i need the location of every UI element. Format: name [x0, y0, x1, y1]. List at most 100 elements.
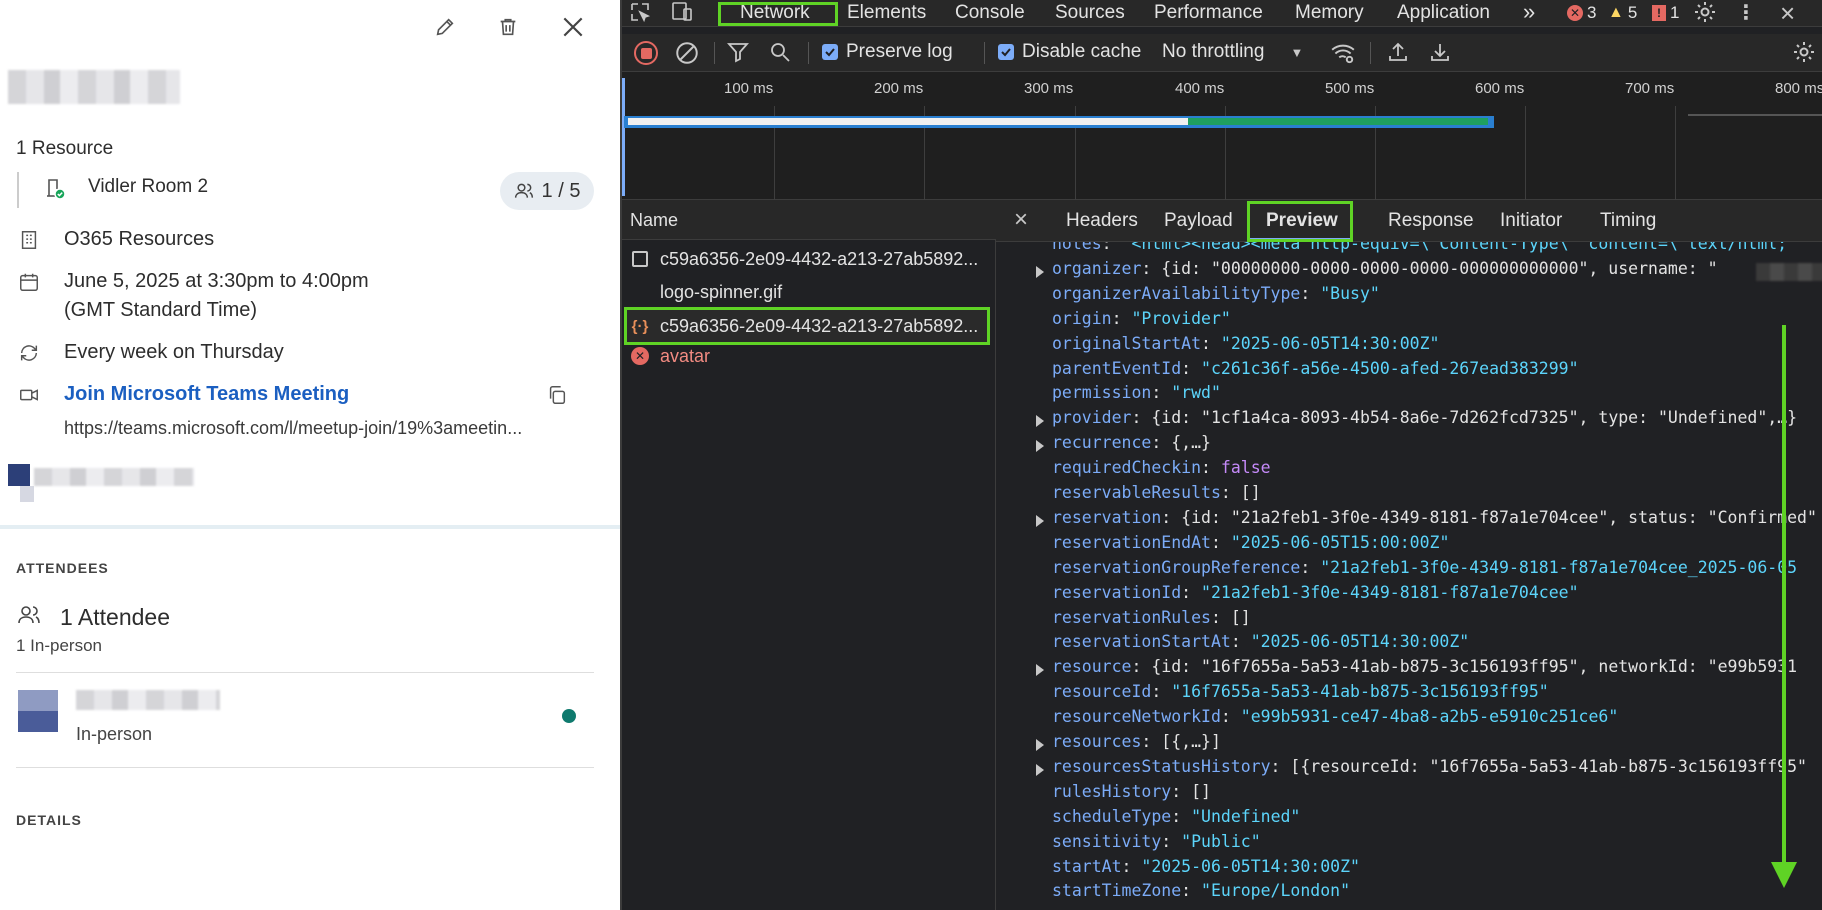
pencil-icon [436, 18, 454, 36]
name-column-header[interactable]: Name [622, 200, 996, 240]
expand-toggle-icon[interactable] [1036, 265, 1044, 278]
request-list: Name c59a6356-2e09-4432-a213-27ab5892...… [622, 200, 996, 910]
error-count[interactable]: ✕ 3 [1567, 3, 1596, 23]
json-property-row: reservationGroupReference: "21a2feb1-3f0… [1052, 558, 1797, 583]
delete-button[interactable] [491, 10, 525, 44]
edit-button[interactable] [428, 10, 462, 44]
json-property-row[interactable]: provider: {id: "1cf1a4ca-8093-4b54-8a6e-… [1052, 408, 1797, 433]
tab-headers[interactable]: Headers [1066, 210, 1138, 232]
json-colon: : [1131, 657, 1152, 677]
search-button[interactable] [768, 40, 792, 69]
json-value: "<html><head><meta http-equiv=\"Content-… [1121, 242, 1788, 253]
json-property-row[interactable]: resource: {id: "16f7655a-5a53-41ab-b875-… [1052, 657, 1797, 682]
kebab-menu-button[interactable]: ⋮ [1736, 0, 1756, 25]
json-key: reservationStartAt [1052, 632, 1231, 652]
meeting-url[interactable]: https://teams.microsoft.com/l/meetup-joi… [64, 418, 522, 439]
event-date: June 5, 2025 at 3:30pm to 4:00pm [64, 270, 369, 292]
import-har-button[interactable] [1386, 40, 1410, 69]
request-row[interactable]: c59a6356-2e09-4432-a213-27ab5892... [630, 245, 978, 273]
tab-initiator[interactable]: Initiator [1500, 210, 1562, 232]
json-property-row: reservationStartAt: "2025-06-05T14:30:00… [1052, 632, 1469, 657]
json-key: startAt [1052, 856, 1122, 876]
record-button[interactable] [634, 41, 658, 65]
json-key: origin [1052, 308, 1112, 328]
warning-count[interactable]: ▲ 5 [1608, 3, 1637, 23]
json-key: resources [1052, 732, 1142, 751]
json-property-row[interactable]: resourcesStatusHistory: [{resourceId: "1… [1052, 757, 1807, 782]
close-detail-button[interactable]: × [1014, 206, 1028, 234]
room-status-icon [42, 176, 66, 200]
close-button[interactable] [556, 10, 590, 44]
timeline-tick: 700 ms [1625, 80, 1675, 97]
check-icon [822, 44, 838, 60]
search-icon [771, 43, 790, 62]
more-tabs-button[interactable]: » [1523, 0, 1535, 25]
tab-elements[interactable]: Elements [847, 2, 926, 24]
timeline-gridline [1525, 106, 1526, 200]
network-settings-button[interactable] [1792, 40, 1816, 69]
json-value: {id: "21a2feb1-3f0e-4349-8181-f87a1e704c… [1181, 507, 1817, 527]
json-value: "Public" [1181, 831, 1261, 851]
attendee-divider-top [16, 672, 594, 673]
network-conditions-button[interactable] [1330, 40, 1356, 71]
json-value: "e99b5931-ce47-4ba8-a2b5-e5910c251ce6" [1240, 707, 1619, 727]
json-colon: : [1181, 358, 1202, 378]
json-property-row: sensitivity: "Public" [1052, 832, 1261, 857]
request-row-error[interactable]: ✕ avatar [630, 342, 710, 370]
clear-button[interactable] [674, 40, 700, 71]
network-overview-timeline[interactable]: 100 ms 200 ms 300 ms 400 ms 500 ms 600 m… [622, 72, 1822, 200]
tab-response[interactable]: Response [1388, 210, 1474, 232]
json-key: organizer [1052, 258, 1142, 278]
tab-sources[interactable]: Sources [1055, 2, 1125, 24]
filter-icon [727, 43, 749, 63]
expand-toggle-icon[interactable] [1036, 739, 1044, 751]
people-icon [514, 183, 533, 198]
timeline-gridline [1675, 106, 1676, 200]
json-preview: notes: "<html><head><meta http-equiv=\"C… [996, 242, 1822, 910]
calendar-icon [17, 270, 41, 294]
filter-button[interactable] [726, 40, 750, 69]
tab-performance[interactable]: Performance [1154, 2, 1263, 24]
issues-count[interactable]: ! 1 [1652, 3, 1679, 23]
settings-button[interactable] [1693, 0, 1717, 29]
video-icon [17, 383, 41, 407]
json-value: {,…} [1171, 433, 1211, 453]
json-property-row: reservationEndAt: "2025-06-05T15:00:00Z" [1052, 533, 1449, 558]
join-teams-link[interactable]: Join Microsoft Teams Meeting [64, 383, 349, 406]
close-devtools-button[interactable]: × [1780, 0, 1795, 29]
export-har-button[interactable] [1428, 40, 1452, 69]
json-value: {id: "1cf1a4ca-8093-4b54-8a6e-7d262fcd73… [1151, 408, 1798, 428]
preserve-log-checkbox[interactable]: Preserve log [822, 39, 953, 65]
throttling-select[interactable]: No throttling ▼ [1162, 39, 1303, 65]
tab-application[interactable]: Application [1397, 2, 1490, 24]
tab-memory[interactable]: Memory [1295, 2, 1364, 24]
json-property-row[interactable]: recurrence: {,…} [1052, 433, 1211, 458]
tab-timing[interactable]: Timing [1600, 210, 1656, 232]
copy-button[interactable] [545, 383, 569, 407]
json-property-row: startAt: "2025-06-05T14:30:00Z" [1052, 857, 1360, 882]
inspect-element-button[interactable] [628, 0, 652, 29]
attendee-inperson-count: 1 In-person [16, 636, 102, 655]
preview-highlight-box [1247, 201, 1353, 242]
repeat-icon [17, 341, 41, 365]
attendee-divider-bottom [16, 767, 594, 768]
request-row[interactable]: logo-spinner.gif [630, 278, 782, 306]
json-colon: : [1181, 881, 1202, 901]
room-name[interactable]: Vidler Room 2 [88, 176, 208, 198]
device-toolbar-button[interactable] [670, 0, 694, 29]
tab-console[interactable]: Console [955, 2, 1025, 24]
json-key: reservationId [1052, 582, 1182, 602]
preserve-log-label: Preserve log [846, 41, 953, 62]
json-property-row[interactable]: reservation: {id: "21a2feb1-3f0e-4349-81… [1052, 508, 1817, 533]
json-colon: : [1161, 507, 1182, 527]
toolbar-separator [1370, 42, 1371, 64]
disable-cache-checkbox[interactable]: Disable cache [998, 39, 1141, 65]
json-property-row[interactable]: resources: [{,…}] [1052, 732, 1221, 757]
expand-toggle-icon[interactable] [1036, 514, 1044, 527]
json-property-row[interactable]: organizer: {id: "00000000-0000-0000-0000… [1052, 259, 1718, 284]
expand-toggle-icon[interactable] [1036, 415, 1044, 428]
expand-toggle-icon[interactable] [1036, 664, 1044, 677]
expand-toggle-icon[interactable] [1036, 763, 1044, 776]
tab-payload[interactable]: Payload [1164, 210, 1233, 232]
expand-toggle-icon[interactable] [1036, 440, 1044, 453]
